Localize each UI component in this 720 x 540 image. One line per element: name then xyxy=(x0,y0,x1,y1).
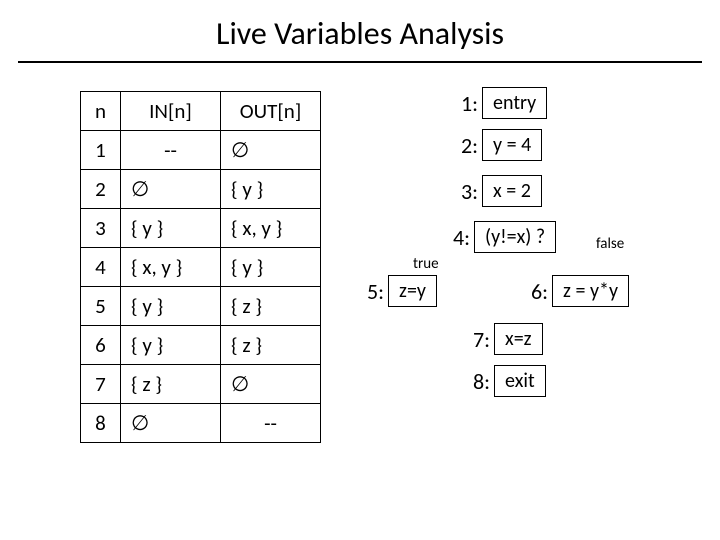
node-box: exit xyxy=(494,365,546,397)
cell-n: 4 xyxy=(81,248,121,287)
cell-out: ∅ xyxy=(221,131,321,170)
cell-in: ∅ xyxy=(121,170,221,209)
control-flow-graph: 1: entry 2: y = 4 3: x = 2 4: (y!=x) ? t… xyxy=(361,87,671,507)
col-in-header: IN[n] xyxy=(121,92,221,131)
cell-out: { y } xyxy=(221,248,321,287)
cell-out: { z } xyxy=(221,326,321,365)
table-row: 2 ∅ { y } xyxy=(81,170,321,209)
node-box: z=y xyxy=(388,275,437,307)
cell-in: { y } xyxy=(121,209,221,248)
cell-in: { y } xyxy=(121,326,221,365)
node-num: 7: xyxy=(473,326,490,353)
col-n-header: n xyxy=(81,92,121,131)
cell-out: { x, y } xyxy=(221,209,321,248)
edge-label-false: false xyxy=(596,235,624,253)
cfg-node-7: 7: x=z xyxy=(473,323,543,355)
cell-in: ∅ xyxy=(121,404,221,443)
live-vars-table: n IN[n] OUT[n] 1 -- ∅ 2 ∅ { y } 3 { y } … xyxy=(80,91,321,443)
node-box: x=z xyxy=(494,323,543,355)
cell-n: 8 xyxy=(81,404,121,443)
cell-in: -- xyxy=(121,131,221,170)
table-row: 6 { y } { z } xyxy=(81,326,321,365)
cfg-node-4: 4: (y!=x) ? xyxy=(453,221,556,253)
cell-in: { z } xyxy=(121,365,221,404)
cfg-node-1: 1: entry xyxy=(461,87,547,119)
cfg-node-5: 5: z=y xyxy=(367,275,437,307)
table-row: 7 { z } ∅ xyxy=(81,365,321,404)
table-row: 4 { x, y } { y } xyxy=(81,248,321,287)
node-box: z = y*y xyxy=(552,275,629,307)
node-box: entry xyxy=(482,87,547,119)
cell-n: 6 xyxy=(81,326,121,365)
cfg-node-3: 3: x = 2 xyxy=(461,175,542,207)
cell-in: { y } xyxy=(121,287,221,326)
title-rule xyxy=(18,61,702,63)
table-header-row: n IN[n] OUT[n] xyxy=(81,92,321,131)
table-row: 5 { y } { z } xyxy=(81,287,321,326)
cfg-node-6: 6: z = y*y xyxy=(531,275,629,307)
col-out-header: OUT[n] xyxy=(221,92,321,131)
cell-n: 7 xyxy=(81,365,121,404)
node-box: (y!=x) ? xyxy=(474,221,556,253)
node-num: 3: xyxy=(461,178,478,205)
table-row: 1 -- ∅ xyxy=(81,131,321,170)
cell-out: { y } xyxy=(221,170,321,209)
node-num: 5: xyxy=(367,278,384,305)
table-row: 8 ∅ -- xyxy=(81,404,321,443)
cfg-node-2: 2: y = 4 xyxy=(461,129,542,161)
node-box: y = 4 xyxy=(482,129,542,161)
node-num: 4: xyxy=(453,224,470,251)
node-num: 6: xyxy=(531,278,548,305)
page-title: Live Variables Analysis xyxy=(0,0,720,61)
cell-n: 5 xyxy=(81,287,121,326)
live-vars-table-wrap: n IN[n] OUT[n] 1 -- ∅ 2 ∅ { y } 3 { y } … xyxy=(80,91,321,507)
cell-n: 1 xyxy=(81,131,121,170)
node-num: 1: xyxy=(461,90,478,117)
cell-out: { z } xyxy=(221,287,321,326)
cell-n: 3 xyxy=(81,209,121,248)
node-num: 2: xyxy=(461,132,478,159)
cfg-node-8: 8: exit xyxy=(473,365,546,397)
cell-in: { x, y } xyxy=(121,248,221,287)
cell-out: -- xyxy=(221,404,321,443)
node-box: x = 2 xyxy=(482,175,542,207)
cell-out: ∅ xyxy=(221,365,321,404)
edge-label-true: true xyxy=(413,255,439,273)
content-area: n IN[n] OUT[n] 1 -- ∅ 2 ∅ { y } 3 { y } … xyxy=(0,83,720,507)
node-num: 8: xyxy=(473,368,490,395)
cell-n: 2 xyxy=(81,170,121,209)
table-row: 3 { y } { x, y } xyxy=(81,209,321,248)
